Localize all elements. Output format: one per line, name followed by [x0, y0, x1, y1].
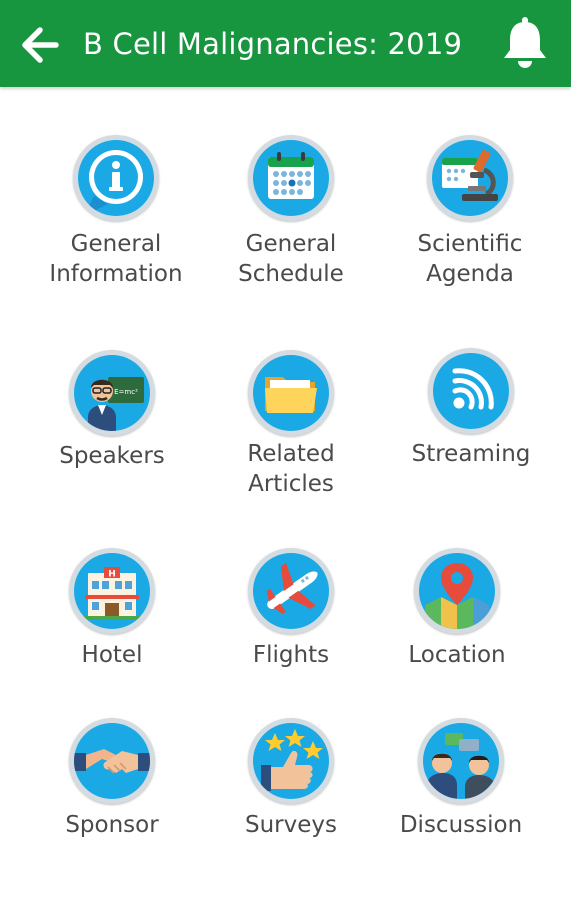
menu-item-label-line1: Hotel — [81, 642, 143, 668]
teacher-icon: E=mc² — [88, 377, 144, 431]
menu-item-streaming[interactable]: Streaming — [376, 348, 566, 478]
microscope-icon — [442, 149, 498, 201]
menu-item-label-line1: Scientific — [417, 231, 523, 257]
menu-item-label-line1: Location — [408, 642, 506, 668]
menu-item-label-line1: General — [70, 231, 162, 257]
map-pin-icon — [425, 563, 489, 629]
menu-item-label-line2: Articles — [248, 471, 334, 497]
handshake-icon — [74, 749, 150, 774]
menu-item-general-schedule[interactable]: General Schedule — [196, 135, 386, 295]
airplane-icon — [266, 562, 318, 614]
menu-item-discussion[interactable]: Discussion — [366, 718, 556, 843]
menu-item-scientific-agenda[interactable]: Scientific Agenda — [375, 135, 565, 295]
menu-item-label-line1: Discussion — [399, 812, 523, 838]
menu-item-hotel[interactable]: H Hotel — [17, 548, 207, 673]
svg-text:E=mc²: E=mc² — [114, 388, 138, 396]
svg-text:H: H — [108, 570, 116, 580]
wifi-signal-icon — [452, 368, 494, 410]
menu-item-location[interactable]: Location — [362, 548, 552, 673]
menu-item-general-information[interactable]: General Information — [21, 135, 211, 295]
menu-item-speakers[interactable]: E=mc² Speakers — [17, 350, 207, 480]
people-chat-icon — [427, 733, 495, 799]
notifications-button[interactable] — [500, 14, 550, 70]
page-title: B Cell Malignancies: 2019 — [83, 27, 463, 61]
menu-item-sponsor[interactable]: Sponsor — [17, 718, 207, 843]
thumbs-up-stars-icon — [261, 729, 323, 791]
app-bar: B Cell Malignancies: 2019 — [0, 0, 571, 87]
menu-item-flights[interactable]: Flights — [196, 548, 386, 673]
menu-item-label-line1: Sponsor — [65, 812, 159, 838]
folder-icon — [265, 377, 317, 413]
menu-item-label-line2: Information — [49, 261, 183, 287]
hotel-building-icon: H — [84, 567, 140, 620]
menu-item-label-line2: Agenda — [426, 261, 514, 287]
menu-item-label-line1: Streaming — [411, 441, 531, 467]
menu-item-label-line1: Speakers — [59, 443, 165, 469]
menu-item-related-articles[interactable]: Related Articles — [196, 350, 386, 500]
menu-item-surveys[interactable]: Surveys — [196, 718, 386, 843]
menu-item-label-line1: Related — [247, 441, 335, 467]
menu-item-label-line1: Surveys — [245, 812, 337, 838]
info-icon — [84, 150, 143, 216]
menu-item-label-line1: General — [245, 231, 337, 257]
calendar-icon — [268, 152, 314, 199]
back-button[interactable] — [18, 23, 62, 67]
arrow-left-icon — [22, 27, 59, 63]
menu-item-label-line2: Schedule — [238, 261, 344, 287]
menu-item-label-line1: Flights — [252, 642, 330, 668]
bell-icon — [504, 17, 546, 68]
